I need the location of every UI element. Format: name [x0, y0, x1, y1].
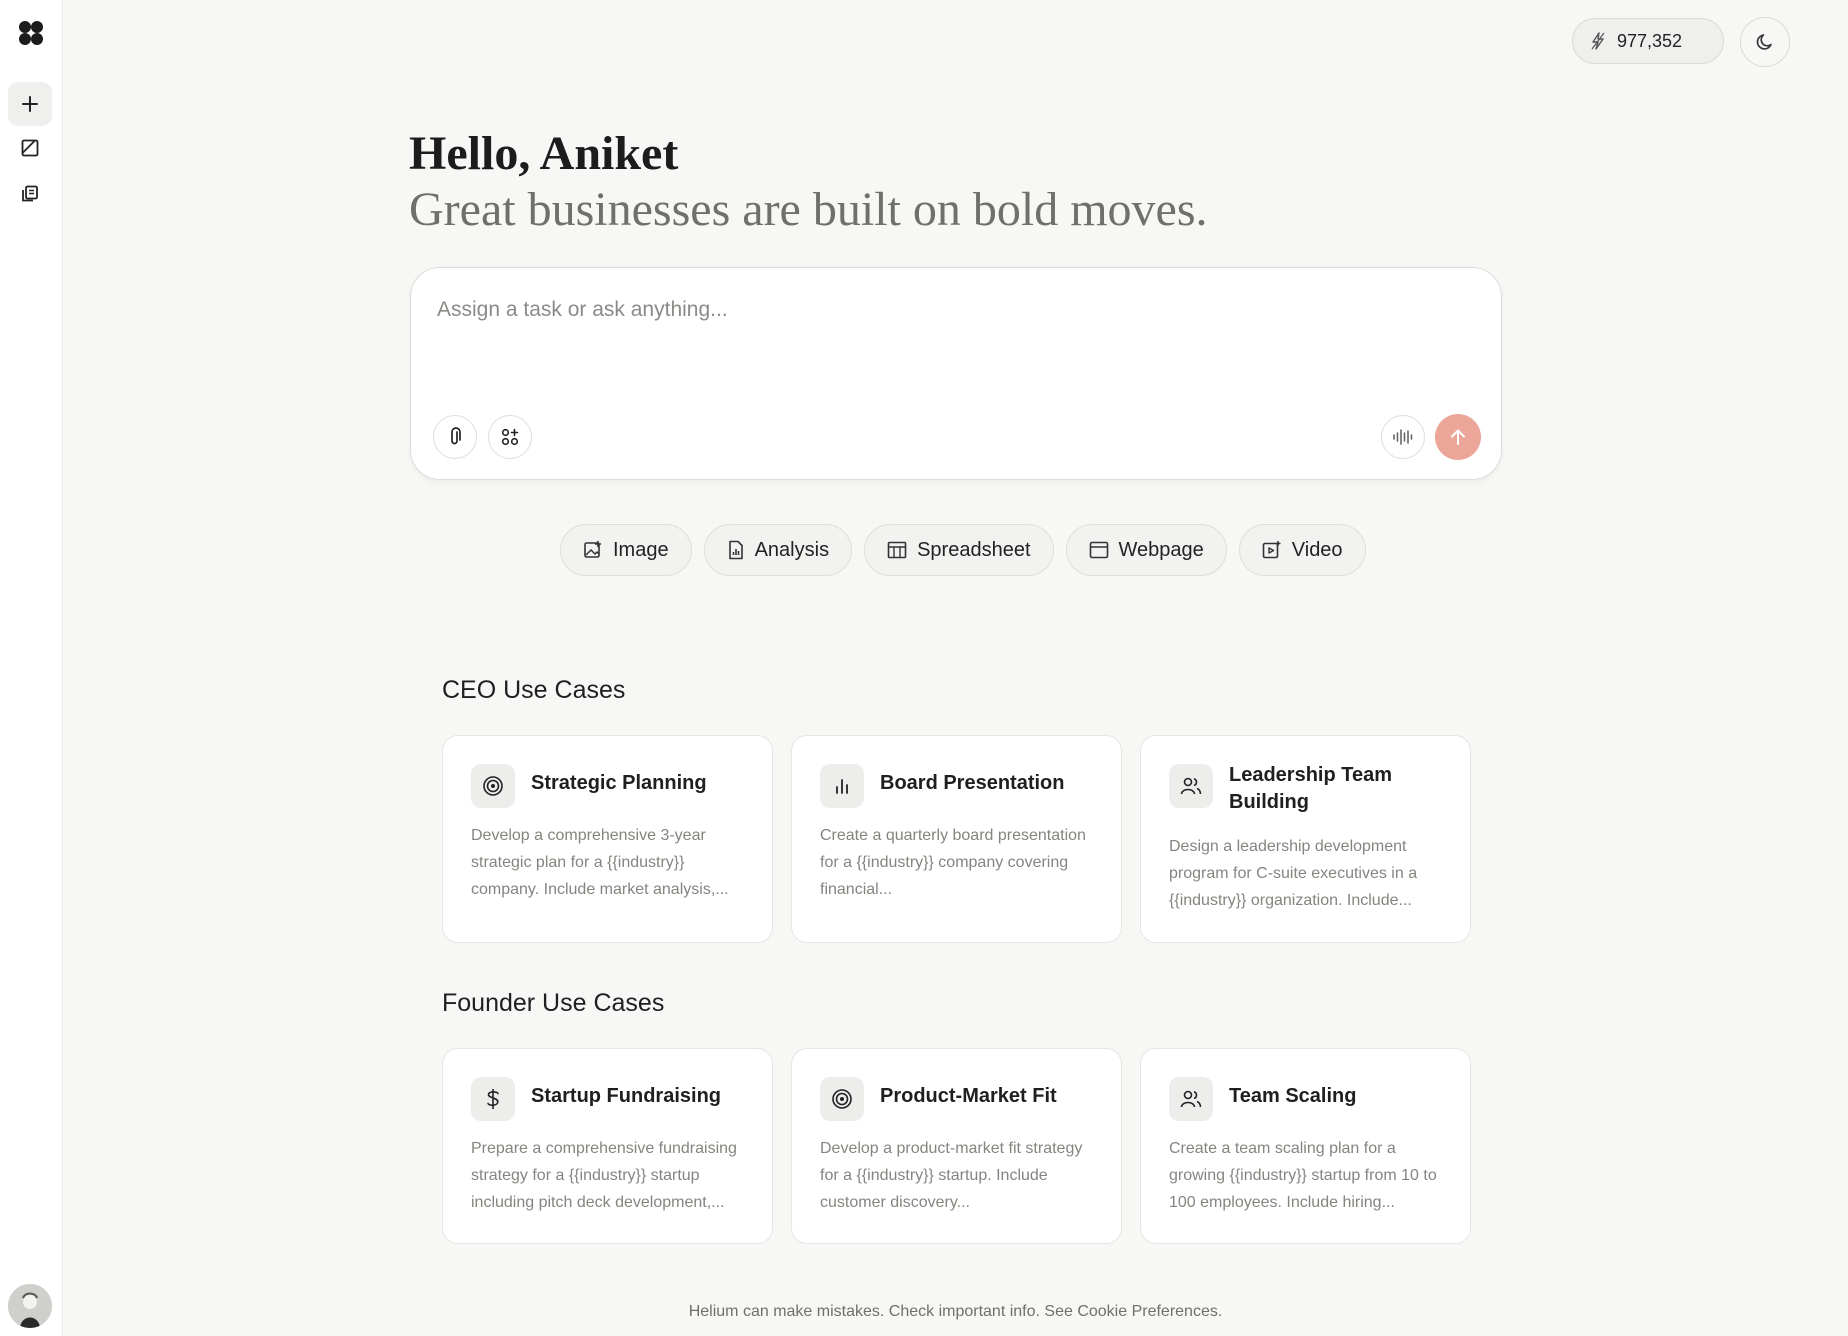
plus-icon — [21, 95, 39, 113]
sidebar-library-button[interactable] — [8, 172, 52, 216]
users-icon — [1169, 764, 1213, 808]
credits-value: 977,352 — [1617, 30, 1683, 51]
card-title: Strategic Planning — [531, 772, 707, 794]
use-case-card[interactable]: Leadership Team Building Design a leader… — [1140, 735, 1471, 943]
card-title: Board Presentation — [880, 772, 1065, 794]
chip-label: Analysis — [754, 538, 830, 561]
sidebar — [0, 0, 63, 1336]
greeting-title: Hello, Aniket — [409, 127, 679, 180]
chip-label: Spreadsheet — [917, 538, 1031, 561]
apps-icon — [501, 428, 519, 446]
tools-button[interactable] — [488, 415, 532, 459]
moon-icon — [1755, 32, 1775, 52]
target-icon — [471, 764, 515, 808]
use-case-card[interactable]: Board Presentation Create a quarterly bo… — [791, 735, 1122, 943]
quick-mode-chips: Image Analysis Spreadsheet Webpage Video — [560, 524, 1366, 576]
use-case-card[interactable]: Strategic Planning Develop a comprehensi… — [442, 735, 773, 943]
voice-button[interactable] — [1381, 415, 1425, 459]
footer-disclaimer: Helium can make mistakes. Check importan… — [688, 1303, 1223, 1320]
prompt-box — [410, 267, 1502, 480]
card-title: Team Scaling — [1229, 1085, 1357, 1107]
use-case-card[interactable]: Startup Fundraising Prepare a comprehens… — [442, 1048, 773, 1244]
founder-section-title: Founder Use Cases — [442, 989, 665, 1017]
card-description: Create a team scaling plan for a growing… — [1169, 1140, 1437, 1211]
use-case-card[interactable]: Product-Market Fit Develop a product-mar… — [791, 1048, 1122, 1244]
chip-image[interactable]: Image — [560, 524, 692, 576]
send-button[interactable] — [1435, 414, 1481, 460]
image-icon — [583, 540, 603, 560]
video-icon — [1262, 540, 1282, 560]
prompt-input[interactable] — [437, 292, 1467, 328]
new-task-button[interactable] — [8, 82, 52, 126]
chip-label: Webpage — [1118, 538, 1204, 561]
sidebar-panel-button[interactable] — [8, 126, 52, 170]
ceo-section-title: CEO Use Cases — [442, 676, 626, 704]
card-description: Develop a product-market fit strategy fo… — [820, 1140, 1083, 1211]
founder-cards: Startup Fundraising Prepare a comprehens… — [442, 1048, 1471, 1244]
use-case-card[interactable]: Team Scaling Create a team scaling plan … — [1140, 1048, 1471, 1244]
card-description: Create a quarterly board presentation fo… — [820, 827, 1086, 898]
chip-spreadsheet[interactable]: Spreadsheet — [864, 524, 1054, 576]
card-description: Develop a comprehensive 3-year strategic… — [471, 827, 729, 898]
analysis-icon — [727, 540, 745, 560]
greeting-subtitle: Great businesses are built on bold moves… — [409, 183, 1208, 236]
theme-toggle-button[interactable] — [1740, 17, 1790, 67]
arrow-up-icon — [1448, 427, 1468, 447]
library-icon — [21, 185, 39, 203]
card-description: Prepare a comprehensive fundraising stra… — [471, 1140, 737, 1211]
chip-label: Video — [1291, 538, 1343, 561]
spreadsheet-icon — [887, 541, 907, 559]
target-icon — [820, 1077, 864, 1121]
webpage-icon — [1089, 541, 1109, 559]
credits-badge[interactable]: 977,352 — [1572, 18, 1724, 64]
dollar-icon — [471, 1077, 515, 1121]
chip-label: Image — [613, 538, 669, 561]
lightning-icon — [1591, 32, 1605, 50]
panel-icon — [21, 139, 39, 157]
users-icon — [1169, 1077, 1213, 1121]
chip-analysis[interactable]: Analysis — [703, 524, 853, 576]
paperclip-icon — [446, 427, 464, 447]
card-title: Startup Fundraising — [531, 1085, 721, 1107]
card-description: Design a leadership development program … — [1169, 838, 1418, 909]
helium-logo-icon[interactable] — [18, 20, 44, 46]
bar-chart-icon — [820, 764, 864, 808]
audio-waveform-icon — [1392, 428, 1414, 446]
ceo-cards: Strategic Planning Develop a comprehensi… — [442, 735, 1471, 943]
chip-webpage[interactable]: Webpage — [1065, 524, 1227, 576]
card-title: Leadership Team Building — [1229, 764, 1393, 813]
chip-video[interactable]: Video — [1238, 524, 1366, 576]
card-title: Product-Market Fit — [880, 1085, 1057, 1107]
attach-button[interactable] — [433, 415, 477, 459]
